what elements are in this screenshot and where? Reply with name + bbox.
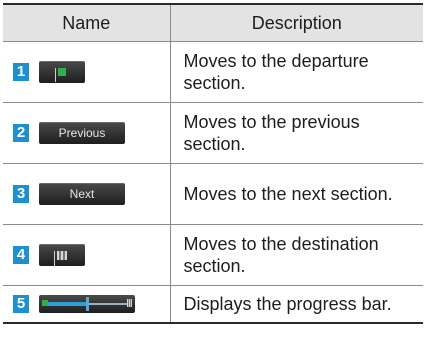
- name-cell: 1: [3, 41, 171, 103]
- progress-bar: [39, 295, 135, 313]
- description-cell: Displays the progress bar.: [169, 285, 423, 324]
- departure-flag-icon: [55, 68, 66, 82]
- next-button: Next: [39, 183, 125, 205]
- name-column-header: Name: [3, 3, 171, 42]
- table-row: 3 Next Moves to the next section.: [3, 163, 423, 225]
- name-cell: 2 Previous: [3, 102, 171, 164]
- number-badge: 3: [13, 185, 29, 203]
- destination-button: [39, 244, 85, 266]
- number-badge: 5: [13, 295, 29, 313]
- number-badge: 2: [13, 124, 29, 142]
- table-row: 1 Moves to the departure section.: [3, 41, 423, 103]
- table-row: 2 Previous Moves to the previous section…: [3, 102, 423, 164]
- end-flag-icon: [127, 299, 132, 307]
- table-header-row: Name Description: [3, 3, 423, 42]
- start-flag-icon: [42, 300, 48, 306]
- name-cell: 5: [3, 285, 171, 324]
- next-button-label: Next: [69, 187, 95, 201]
- description-cell: Moves to the next section.: [169, 163, 423, 225]
- controls-table: Name Description 1 Moves to the departur…: [3, 3, 423, 324]
- destination-flag-icon: [54, 250, 67, 266]
- description-cell: Moves to the departure section.: [169, 41, 423, 103]
- description-column-header: Description: [169, 3, 423, 42]
- number-badge: 1: [13, 63, 29, 81]
- description-cell: Moves to the previous section.: [169, 102, 423, 164]
- previous-button: Previous: [39, 122, 125, 144]
- progress-fill: [47, 302, 87, 306]
- number-badge: 4: [13, 246, 29, 264]
- description-cell: Moves to the destination section.: [169, 224, 423, 286]
- name-cell: 4: [3, 224, 171, 286]
- table-row: 4 Moves to the destination section.: [3, 224, 423, 286]
- name-cell: 3 Next: [3, 163, 171, 225]
- departure-button: [39, 61, 85, 83]
- previous-button-label: Previous: [58, 126, 106, 140]
- table-row: 5 Displays the progress bar.: [3, 285, 423, 324]
- progress-knob: [86, 297, 89, 311]
